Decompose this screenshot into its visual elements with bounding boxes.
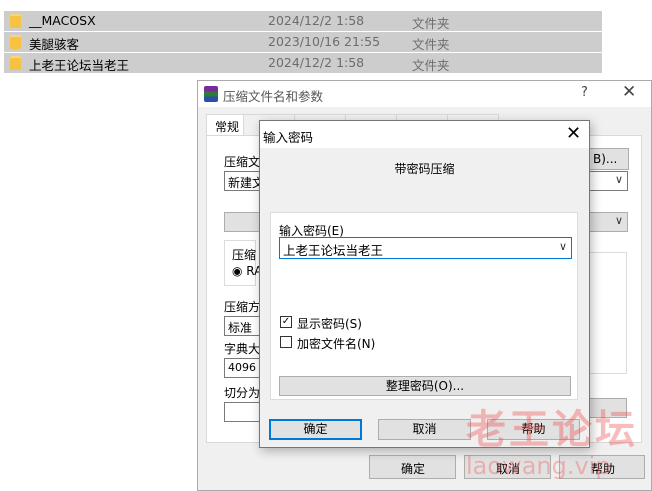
- checkbox-unchecked-icon[interactable]: [280, 336, 292, 348]
- file-name: __MACOSX: [29, 13, 96, 28]
- file-date: 2023/10/16 21:55: [268, 34, 381, 49]
- file-row[interactable]: 美腿骇客 2023/10/16 21:55 文件夹: [4, 32, 602, 52]
- method-select[interactable]: 标准: [224, 316, 262, 336]
- cancel-button[interactable]: 取消: [378, 419, 471, 440]
- folder-icon: [10, 14, 21, 28]
- encrypt-filenames-label: 加密文件名(N): [297, 337, 376, 351]
- chevron-down-icon[interactable]: ∨: [615, 173, 623, 186]
- split-label: 切分为: [224, 386, 261, 400]
- tab-general[interactable]: 常规: [206, 114, 244, 137]
- archive-dialog-title: 压缩文件名和参数: [223, 89, 324, 104]
- watermark-url: laowang.vip: [466, 452, 611, 480]
- ok-button[interactable]: 确定: [269, 419, 362, 440]
- split-field[interactable]: [224, 402, 262, 422]
- method-value: 标准: [228, 321, 253, 335]
- file-date: 2024/12/2 1:58: [268, 55, 365, 70]
- close-icon[interactable]: ✕: [566, 123, 581, 144]
- password-dialog-heading: 带密码压缩: [394, 162, 455, 176]
- close-icon[interactable]: ✕: [622, 82, 636, 102]
- format-rar-radio[interactable]: ◉ RA: [232, 264, 262, 278]
- chevron-down-icon[interactable]: ∨: [559, 240, 567, 253]
- file-type: 文件夹: [412, 58, 450, 73]
- dict-value: 4096: [228, 361, 256, 374]
- ok-button-label: 确定: [401, 462, 426, 476]
- file-name: 美腿骇客: [29, 37, 80, 52]
- checkbox-checked-icon[interactable]: ✓: [280, 316, 292, 328]
- folder-icon: [10, 35, 21, 49]
- method-label: 压缩方: [224, 300, 261, 314]
- password-input[interactable]: 上老王论坛当老王 ∨: [279, 237, 572, 259]
- browse-button-label: B)...: [593, 152, 618, 166]
- file-type: 文件夹: [412, 16, 450, 31]
- archive-dialog-titlebar[interactable]: 压缩文件名和参数 ? ✕: [198, 81, 651, 107]
- dict-select[interactable]: 4096: [224, 358, 262, 378]
- password-dialog-titlebar[interactable]: 输入密码 ✕: [260, 121, 589, 148]
- file-name: 上老王论坛当老王: [29, 58, 130, 73]
- file-type: 文件夹: [412, 37, 450, 52]
- dict-label: 字典大: [224, 342, 261, 356]
- file-row[interactable]: 上老王论坛当老王 2024/12/2 1:58 文件夹: [4, 53, 602, 73]
- password-group: 输入密码(E) 上老王论坛当老王 ∨ ✓ 显示密码(S) 加密文件名(N) 整理…: [270, 212, 578, 400]
- chevron-down-icon[interactable]: ∨: [615, 214, 623, 227]
- help-icon[interactable]: ?: [581, 85, 588, 100]
- file-row[interactable]: __MACOSX 2024/12/2 1:58 文件夹: [4, 11, 602, 31]
- show-password-label: 显示密码(S): [297, 317, 362, 331]
- archive-name-label: 压缩文: [224, 155, 261, 169]
- format-label: 压缩: [232, 248, 257, 262]
- organize-passwords-button[interactable]: 整理密码(O)...: [279, 376, 571, 396]
- ok-button[interactable]: 确定: [369, 455, 456, 479]
- winrar-icon: [204, 86, 218, 102]
- tab-label: 常规: [215, 120, 240, 134]
- watermark-logo: 老王论坛: [466, 407, 638, 453]
- folder-icon: [10, 56, 21, 70]
- file-date: 2024/12/2 1:58: [268, 13, 365, 28]
- password-dialog-title: 输入密码: [263, 130, 314, 145]
- password-value: 上老王论坛当老王: [283, 243, 384, 258]
